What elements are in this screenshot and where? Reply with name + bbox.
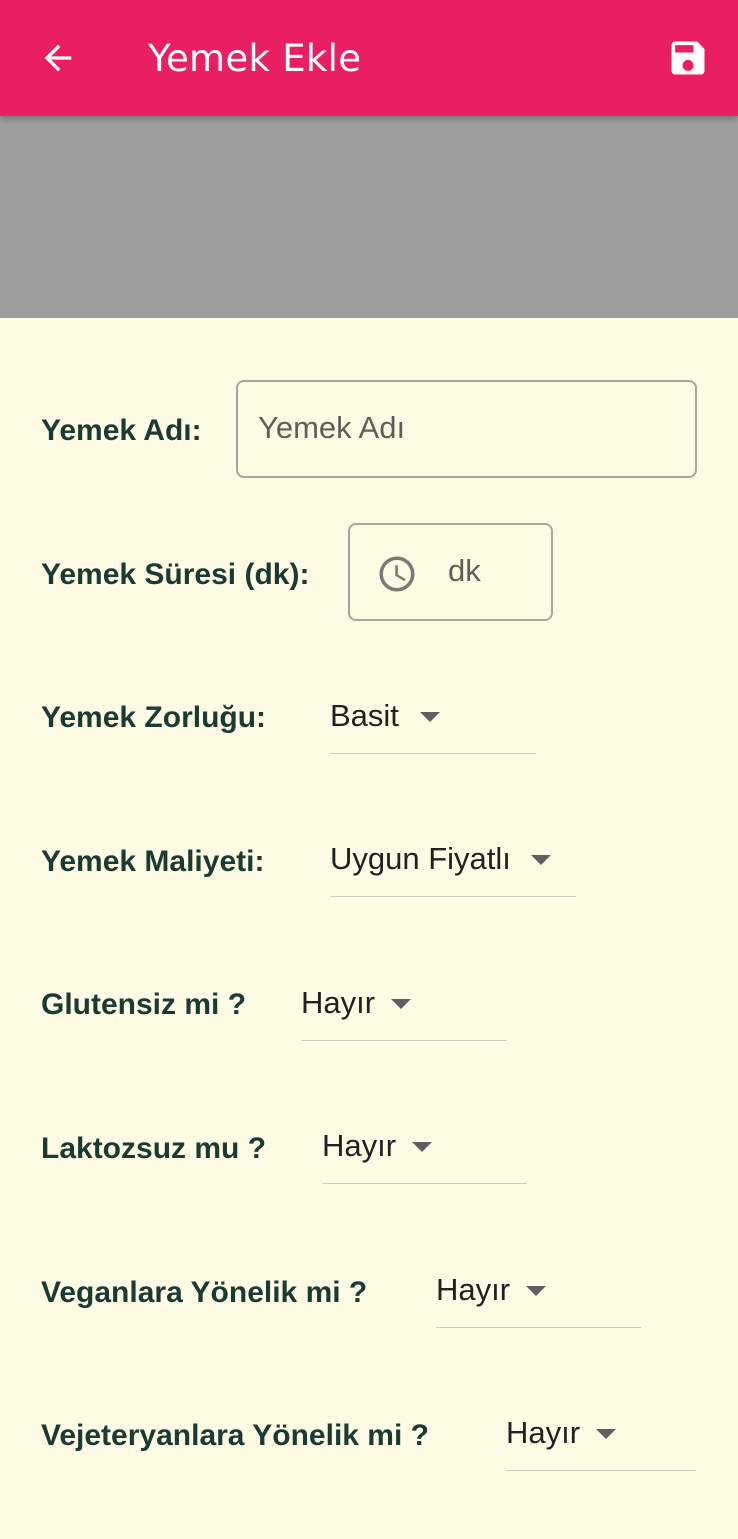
vegetarian-dropdown[interactable]: Hayır: [506, 1399, 696, 1471]
name-placeholder: Yemek Adı: [258, 410, 406, 445]
name-label: Yemek Adı:: [41, 414, 202, 447]
duration-placeholder: dk: [448, 553, 481, 588]
cost-value: Uygun Fiyatlı: [330, 841, 511, 876]
cost-label: Yemek Maliyeti:: [41, 845, 265, 878]
gluten-free-dropdown[interactable]: Hayır: [301, 969, 507, 1041]
difficulty-value: Basit: [330, 698, 399, 733]
lactose-free-label: Laktozsuz mu ?: [41, 1132, 267, 1165]
dropdown-arrow-icon: [412, 1142, 432, 1152]
dropdown-arrow-icon: [391, 999, 411, 1009]
lactose-free-dropdown[interactable]: Hayır: [322, 1112, 527, 1184]
save-icon: [671, 41, 705, 75]
save-button[interactable]: [660, 30, 716, 86]
difficulty-dropdown[interactable]: Basit: [330, 682, 536, 754]
gluten-free-label: Glutensiz mi ?: [41, 988, 247, 1021]
dropdown-arrow-icon: [596, 1429, 616, 1439]
vegan-dropdown[interactable]: Hayır: [436, 1256, 641, 1328]
image-picker-area[interactable]: [0, 116, 738, 318]
lactose-free-value: Hayır: [322, 1128, 397, 1163]
page-title: Yemek Ekle: [148, 37, 362, 80]
app-bar: Yemek Ekle: [0, 0, 738, 116]
vegan-value: Hayır: [436, 1272, 511, 1307]
gluten-free-value: Hayır: [301, 985, 376, 1020]
duration-label: Yemek Süresi (dk):: [41, 558, 310, 591]
vegan-label: Veganlara Yönelik mi ?: [41, 1276, 368, 1309]
clock-icon: [379, 556, 415, 592]
dropdown-arrow-icon: [420, 712, 440, 722]
arrow-back-icon: [44, 44, 72, 72]
cost-dropdown[interactable]: Uygun Fiyatlı: [330, 825, 576, 897]
duration-field[interactable]: dk: [348, 523, 553, 621]
dropdown-arrow-icon: [531, 855, 551, 865]
vegetarian-label: Vejeteryanlara Yönelik mi ?: [41, 1419, 429, 1452]
back-button[interactable]: [30, 30, 86, 86]
difficulty-label: Yemek Zorluğu:: [41, 701, 267, 734]
vegetarian-value: Hayır: [506, 1415, 581, 1450]
dropdown-arrow-icon: [526, 1286, 546, 1296]
name-field[interactable]: Yemek Adı: [236, 380, 697, 478]
